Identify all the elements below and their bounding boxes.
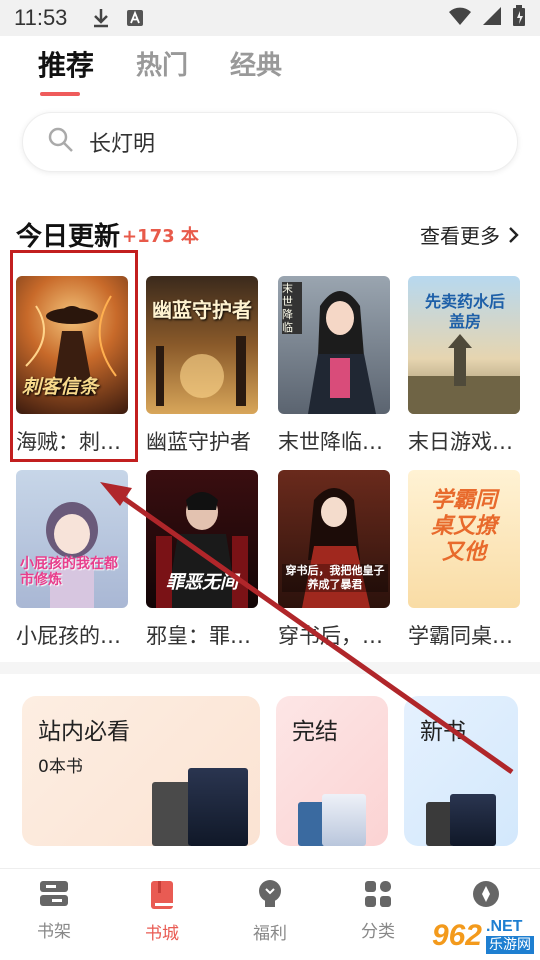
- watermark-suffix: .NET: [486, 918, 523, 935]
- nav-label: 书架: [37, 922, 71, 942]
- nav-label: 福利: [253, 924, 287, 944]
- nav-bookshelf[interactable]: 书架: [14, 879, 94, 942]
- nav-welfare[interactable]: 福利: [230, 879, 310, 944]
- grid-icon: [365, 881, 391, 907]
- nav-bookstore[interactable]: 书城: [122, 879, 202, 944]
- nav-label: 书城: [145, 924, 179, 944]
- nav-discover[interactable]: [446, 879, 526, 917]
- site-watermark: 962 .NET 乐游网: [432, 918, 534, 954]
- watermark-brand: 962: [431, 919, 482, 952]
- bookshelf-icon: [40, 881, 68, 906]
- nav-category[interactable]: 分类: [338, 879, 418, 942]
- lightbulb-icon: [259, 880, 281, 907]
- annotation-arrow: [100, 482, 514, 775]
- book-icon: [151, 881, 173, 909]
- compass-icon: [473, 881, 499, 907]
- nav-label: 分类: [361, 922, 395, 942]
- watermark-sub: 乐游网: [486, 936, 534, 954]
